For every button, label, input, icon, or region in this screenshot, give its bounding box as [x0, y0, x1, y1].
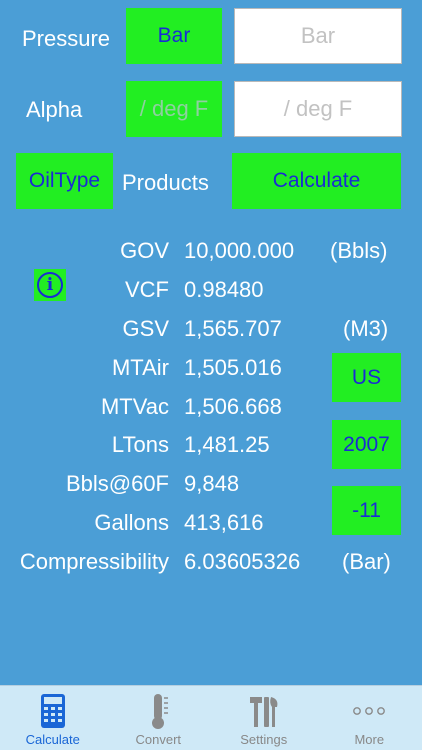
info-icon: i: [37, 272, 63, 298]
result-value-mtvac: 1,506.668: [184, 394, 282, 419]
result-label-ltons: LTons: [111, 432, 169, 457]
result-value-gsv: 1,565.707: [184, 316, 282, 341]
alpha-label: Alpha: [26, 97, 83, 122]
calculator-icon: [40, 690, 66, 732]
tab-convert-label: Convert: [135, 732, 182, 747]
info-button[interactable]: i: [34, 269, 66, 301]
pressure-unit-button[interactable]: Bar: [126, 8, 222, 64]
more-dots-icon: [352, 690, 386, 732]
result-label-gov: GOV: [120, 238, 169, 263]
tab-settings-label: Settings: [240, 732, 288, 747]
compressibility-unit: (Bar): [342, 549, 391, 574]
result-value-gov: 10,000.000: [184, 238, 295, 263]
gov-unit: (Bbls): [330, 238, 388, 263]
result-value-compressibility: 6.03605326: [184, 549, 301, 574]
result-label-mtvac: MTVac: [100, 394, 169, 419]
tab-more-label: More: [354, 732, 385, 747]
result-label-gallons: Gallons: [94, 510, 169, 535]
result-label-mtair: MTAir: [111, 355, 169, 380]
tab-calculate[interactable]: Calculate: [0, 686, 106, 750]
tab-bar: Calculate Convert Settings More: [0, 685, 422, 750]
year-button[interactable]: 2007: [332, 420, 401, 469]
calculate-button[interactable]: Calculate: [232, 153, 401, 209]
result-label-bbls60f: Bbls@60F: [65, 471, 169, 496]
thermometer-icon: [145, 690, 171, 732]
result-value-ltons: 1,481.25: [184, 432, 270, 457]
result-value-vcf: 0.98480: [184, 277, 264, 302]
result-label-gsv: GSV: [122, 316, 169, 341]
alpha-input[interactable]: / deg F: [234, 81, 402, 137]
tab-convert[interactable]: Convert: [106, 686, 212, 750]
tab-calculate-label: Calculate: [25, 732, 80, 747]
products-label: Products: [122, 170, 209, 195]
tools-icon: [247, 690, 281, 732]
table-button[interactable]: -11: [332, 486, 401, 535]
result-value-mtair: 1,505.016: [184, 355, 282, 380]
tab-settings[interactable]: Settings: [211, 686, 317, 750]
result-label-compressibility: Compressibility: [19, 549, 169, 574]
region-button[interactable]: US: [332, 353, 401, 402]
tab-more[interactable]: More: [317, 686, 422, 750]
pressure-input[interactable]: Bar: [234, 8, 402, 64]
oiltype-button[interactable]: OilType: [16, 153, 113, 209]
result-value-bbls60f: 9,848: [184, 471, 240, 496]
result-label-vcf: VCF: [125, 277, 169, 302]
result-value-gallons: 413,616: [184, 510, 264, 535]
gsv-unit: (M3): [343, 316, 389, 341]
pressure-label: Pressure: [22, 26, 111, 51]
alpha-unit-button[interactable]: / deg F: [126, 81, 222, 137]
